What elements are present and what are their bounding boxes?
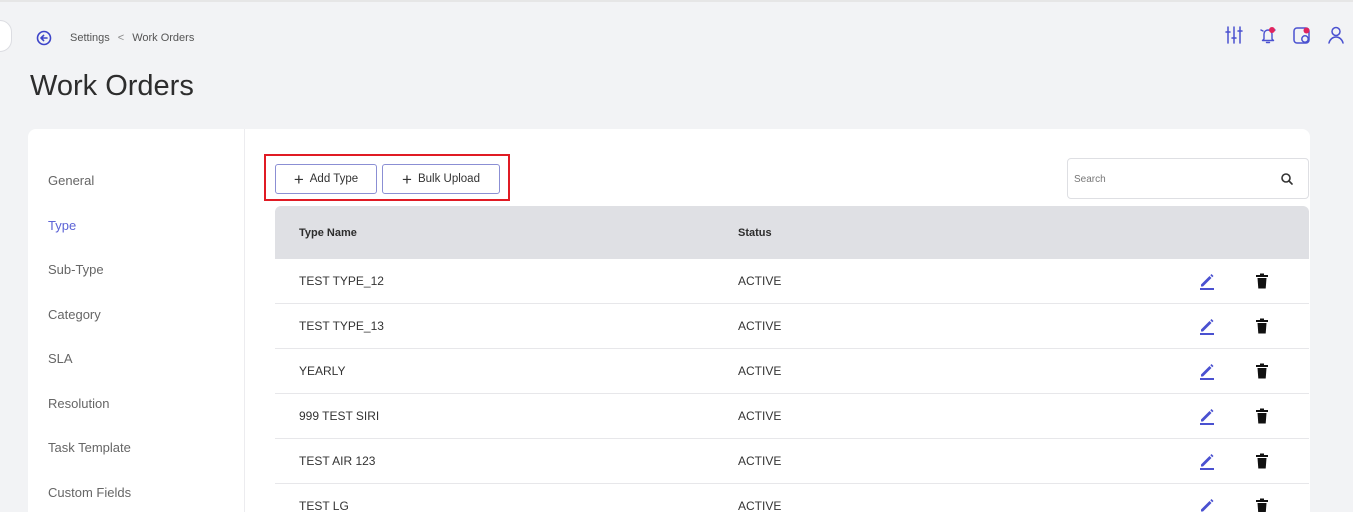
sidebar-divider xyxy=(244,129,245,512)
settings-sidebar: General Type Sub-Type Category SLA Resol… xyxy=(48,173,131,512)
search-input[interactable] xyxy=(1074,169,1264,189)
filter-sliders-icon[interactable] xyxy=(1223,24,1245,46)
edit-icon[interactable] xyxy=(1199,497,1215,512)
column-header-status: Status xyxy=(738,227,772,239)
plus-icon: + xyxy=(293,169,304,189)
delete-icon[interactable] xyxy=(1255,273,1269,289)
column-header-type-name: Type Name xyxy=(299,227,357,239)
user-icon[interactable] xyxy=(1325,24,1347,46)
status-cell: ACTIVE xyxy=(738,319,782,333)
sidebar-item-task-template[interactable]: Task Template xyxy=(48,440,131,485)
type-name-cell: TEST TYPE_13 xyxy=(299,319,384,333)
sidebar-item-resolution[interactable]: Resolution xyxy=(48,396,131,441)
table-row: YEARLY ACTIVE xyxy=(275,349,1309,394)
table-body: TEST TYPE_12 ACTIVE TEST TYPE_13 ACTIVE YEAR… xyxy=(275,259,1309,512)
top-border xyxy=(0,0,1353,2)
header-icons xyxy=(1211,24,1347,46)
search-box xyxy=(1067,158,1309,199)
status-cell: ACTIVE xyxy=(738,274,782,288)
edit-icon[interactable] xyxy=(1199,362,1215,380)
table-row: TEST AIR 123 ACTIVE xyxy=(275,439,1309,484)
type-name-cell: TEST TYPE_12 xyxy=(299,274,384,288)
status-cell: ACTIVE xyxy=(738,454,782,468)
type-name-cell: TEST LG xyxy=(299,499,349,512)
delete-icon[interactable] xyxy=(1255,408,1269,424)
bulk-upload-label: Bulk Upload xyxy=(417,173,480,185)
sidebar-collapse-handle[interactable] xyxy=(0,20,12,52)
sidebar-item-custom-fields[interactable]: Custom Fields xyxy=(48,485,131,512)
table-row: TEST TYPE_12 ACTIVE xyxy=(275,259,1309,304)
breadcrumb-separator: < xyxy=(117,32,125,44)
sidebar-item-general[interactable]: General xyxy=(48,173,131,218)
add-type-label: Add Type xyxy=(309,173,359,185)
back-arrow-icon[interactable] xyxy=(36,30,52,46)
bell-icon[interactable] xyxy=(1257,24,1279,46)
type-name-cell: YEARLY xyxy=(299,364,346,378)
edit-icon[interactable] xyxy=(1199,407,1215,425)
sidebar-item-type[interactable]: Type xyxy=(48,218,131,263)
breadcrumb: Settings < Work Orders xyxy=(36,29,194,47)
type-name-cell: TEST AIR 123 xyxy=(299,454,376,468)
edit-icon[interactable] xyxy=(1199,272,1215,290)
table-row: TEST TYPE_13 ACTIVE xyxy=(275,304,1309,349)
table-header: Type Name Status xyxy=(275,206,1309,259)
bulk-upload-button[interactable]: + Bulk Upload xyxy=(382,164,500,194)
status-cell: ACTIVE xyxy=(738,499,782,512)
settings-card: General Type Sub-Type Category SLA Resol… xyxy=(28,129,1310,512)
status-cell: ACTIVE xyxy=(738,364,782,378)
delete-icon[interactable] xyxy=(1255,498,1269,512)
delete-icon[interactable] xyxy=(1255,363,1269,379)
table-row: TEST LG ACTIVE xyxy=(275,484,1309,512)
breadcrumb-settings[interactable]: Settings xyxy=(70,32,110,44)
breadcrumb-current: Work Orders xyxy=(132,32,195,44)
sidebar-item-sla[interactable]: SLA xyxy=(48,351,131,396)
table-row: 999 TEST SIRI ACTIVE xyxy=(275,394,1309,439)
add-type-button[interactable]: + Add Type xyxy=(275,164,377,194)
search-icon[interactable] xyxy=(1280,172,1294,186)
sidebar-item-category[interactable]: Category xyxy=(48,307,131,352)
type-name-cell: 999 TEST SIRI xyxy=(299,409,380,423)
edit-icon[interactable] xyxy=(1199,452,1215,470)
calendar-badge-icon[interactable] xyxy=(1291,24,1313,46)
status-cell: ACTIVE xyxy=(738,409,782,423)
plus-icon: + xyxy=(402,169,412,189)
sidebar-item-sub-type[interactable]: Sub-Type xyxy=(48,262,131,307)
types-table: Type Name Status TEST TYPE_12 ACTIVE TEST … xyxy=(275,206,1309,512)
edit-icon[interactable] xyxy=(1199,317,1215,335)
delete-icon[interactable] xyxy=(1255,318,1269,334)
delete-icon[interactable] xyxy=(1255,453,1269,469)
page-title: Work Orders xyxy=(30,70,194,102)
